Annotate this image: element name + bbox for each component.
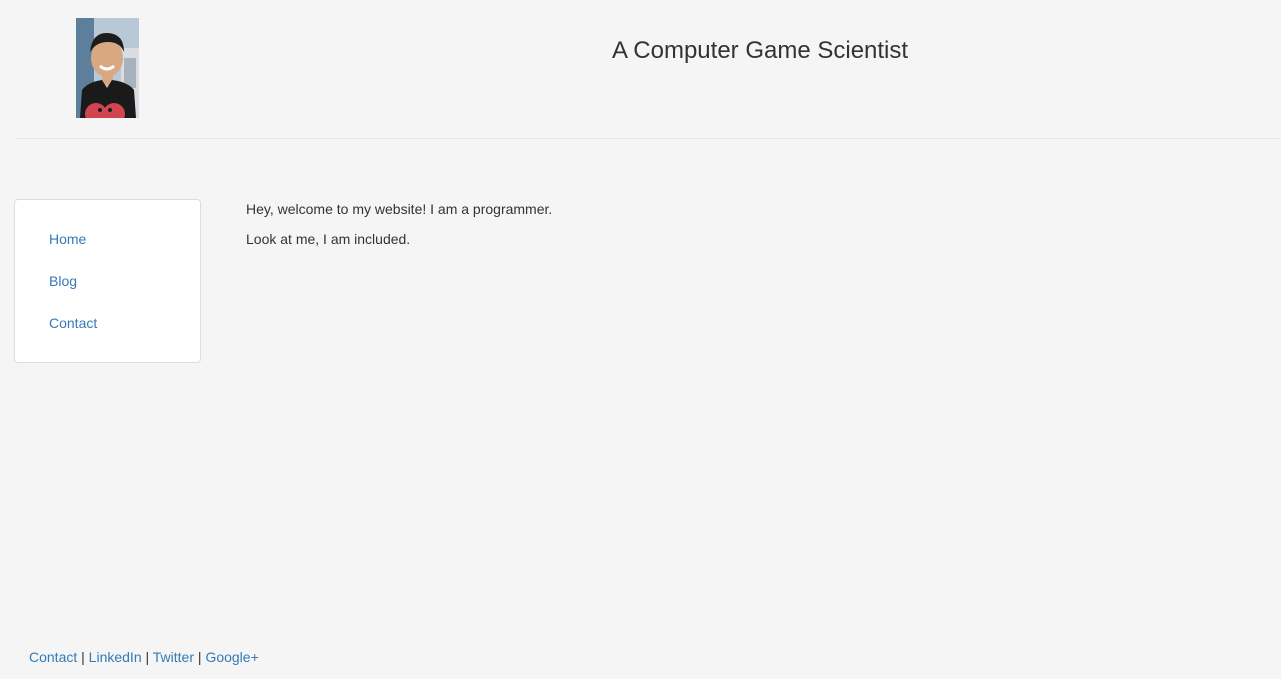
footer-link-twitter[interactable]: Twitter bbox=[153, 649, 194, 665]
header: A Computer Game Scientist bbox=[0, 0, 1281, 139]
avatar bbox=[76, 18, 139, 118]
sidebar-item-home[interactable]: Home bbox=[49, 230, 86, 248]
profile-photo bbox=[76, 18, 139, 118]
footer-separator: | bbox=[197, 649, 202, 665]
footer-separator: | bbox=[81, 649, 85, 665]
included-text: Look at me, I am included. bbox=[246, 231, 411, 247]
site-title: A Computer Game Scientist bbox=[611, 37, 909, 64]
welcome-text: Hey, welcome to my website! I am a progr… bbox=[246, 201, 553, 217]
page: A Computer Game Scientist Home Blog Cont… bbox=[0, 0, 1281, 679]
footer-separator: | bbox=[145, 649, 150, 665]
header-divider bbox=[15, 138, 1281, 139]
sidebar-nav: Home Blog Contact bbox=[14, 199, 201, 363]
footer: Contact | LinkedIn | Twitter | Google+ bbox=[29, 648, 259, 666]
footer-link-linkedin[interactable]: LinkedIn bbox=[89, 649, 142, 665]
sidebar-item-contact[interactable]: Contact bbox=[49, 314, 97, 332]
sidebar-item-blog[interactable]: Blog bbox=[49, 272, 77, 290]
footer-link-googleplus[interactable]: Google+ bbox=[205, 649, 258, 665]
main-content: Hey, welcome to my website! I am a progr… bbox=[246, 200, 1246, 260]
footer-link-contact[interactable]: Contact bbox=[29, 649, 77, 665]
